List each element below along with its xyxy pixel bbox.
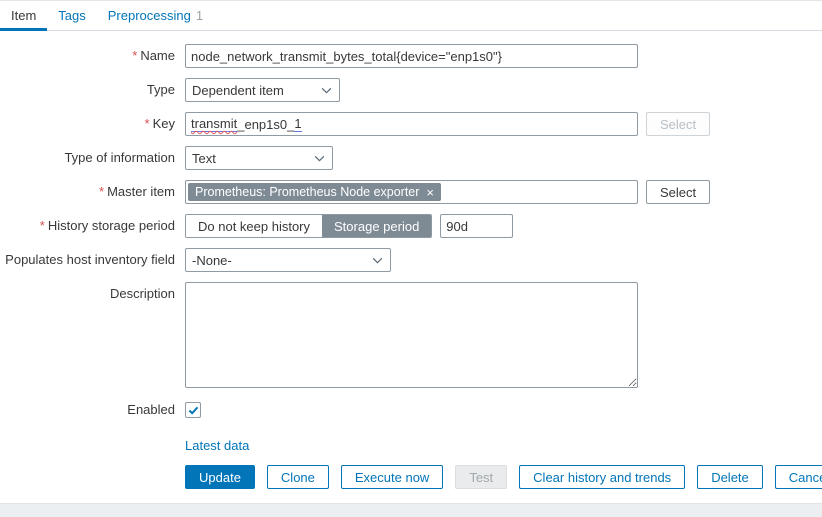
key-label: *Key: [0, 112, 185, 136]
enabled-checkbox[interactable]: [185, 402, 201, 418]
close-icon[interactable]: ×: [426, 186, 434, 199]
tab-tags-label: Tags: [58, 8, 85, 23]
key-row: *Key transmit_enp1s0_1 Select: [0, 112, 822, 136]
type-label: Type: [0, 78, 185, 102]
latest-data-link[interactable]: Latest data: [185, 438, 249, 453]
clear-history-and-trends-button[interactable]: Clear history and trends: [519, 465, 685, 489]
storage-period-option[interactable]: Storage period: [322, 215, 431, 237]
tab-item-label: Item: [11, 8, 36, 23]
type-of-information-select[interactable]: Text: [185, 146, 333, 170]
type-row: Type Dependent item: [0, 78, 822, 102]
key-value-part1: transmit: [191, 116, 237, 132]
history-period-input[interactable]: [440, 214, 513, 238]
host-inventory-select-value: -None-: [192, 253, 232, 268]
tab-bar: Item Tags Preprocessing 1: [0, 0, 822, 31]
tab-item[interactable]: Item: [0, 1, 47, 30]
key-select-button[interactable]: Select: [646, 112, 710, 136]
chevron-down-icon: [314, 155, 325, 162]
description-row: Description: [0, 282, 822, 388]
master-item-label: *Master item: [0, 180, 185, 204]
enabled-row: Enabled: [0, 398, 822, 422]
type-of-information-value: Text: [192, 151, 216, 166]
latest-data-row: Latest data: [0, 438, 822, 453]
required-asterisk: *: [99, 184, 104, 199]
chevron-down-icon: [372, 257, 383, 264]
type-of-information-row: Type of information Text: [0, 146, 822, 170]
update-button[interactable]: Update: [185, 465, 255, 489]
history-storage-period-label: *History storage period: [0, 214, 185, 238]
cancel-button[interactable]: Cancel: [775, 465, 822, 489]
clone-button[interactable]: Clone: [267, 465, 329, 489]
master-item-chip: Prometheus: Prometheus Node exporter ×: [188, 183, 441, 201]
key-value-part3: 1: [294, 116, 301, 132]
name-input[interactable]: [185, 44, 638, 68]
name-label: *Name: [0, 44, 185, 68]
tab-preprocessing-count: 1: [196, 8, 203, 23]
master-item-row: *Master item Prometheus: Prometheus Node…: [0, 180, 822, 204]
type-select-value: Dependent item: [192, 83, 284, 98]
form-footer-buttons: Update Clone Execute now Test Clear hist…: [0, 465, 822, 489]
tab-preprocessing[interactable]: Preprocessing 1: [97, 1, 214, 30]
description-label: Description: [0, 282, 185, 306]
do-not-keep-history-option[interactable]: Do not keep history: [186, 215, 322, 237]
footer-strip: [0, 503, 822, 517]
required-asterisk: *: [145, 116, 150, 131]
tab-tags[interactable]: Tags: [47, 1, 96, 30]
type-select[interactable]: Dependent item: [185, 78, 340, 102]
active-tab-underline: [0, 28, 47, 31]
populates-host-inventory-label: Populates host inventory field: [0, 248, 185, 272]
key-input[interactable]: transmit_enp1s0_1: [185, 112, 638, 136]
required-asterisk: *: [132, 48, 137, 63]
description-textarea[interactable]: [185, 282, 638, 388]
host-inventory-select[interactable]: -None-: [185, 248, 391, 272]
history-mode-segmented-control: Do not keep history Storage period: [185, 214, 432, 238]
name-row: *Name: [0, 44, 822, 68]
item-form: *Name Type Dependent item *Key transmit_…: [0, 44, 822, 489]
checkmark-icon: [188, 403, 199, 418]
execute-now-button[interactable]: Execute now: [341, 465, 443, 489]
master-item-multiselect[interactable]: Prometheus: Prometheus Node exporter ×: [185, 180, 638, 204]
delete-button[interactable]: Delete: [697, 465, 763, 489]
key-value-part2: _enp1s0_: [237, 117, 294, 132]
tab-preprocessing-label: Preprocessing: [108, 8, 191, 23]
type-of-information-label: Type of information: [0, 146, 185, 170]
required-asterisk: *: [40, 218, 45, 233]
populates-host-inventory-row: Populates host inventory field -None-: [0, 248, 822, 272]
master-item-chip-label: Prometheus: Prometheus Node exporter: [195, 185, 419, 199]
enabled-label: Enabled: [0, 398, 185, 422]
history-storage-period-row: *History storage period Do not keep hist…: [0, 214, 822, 238]
test-button[interactable]: Test: [455, 465, 507, 489]
master-item-select-button[interactable]: Select: [646, 180, 710, 204]
chevron-down-icon: [321, 87, 332, 94]
